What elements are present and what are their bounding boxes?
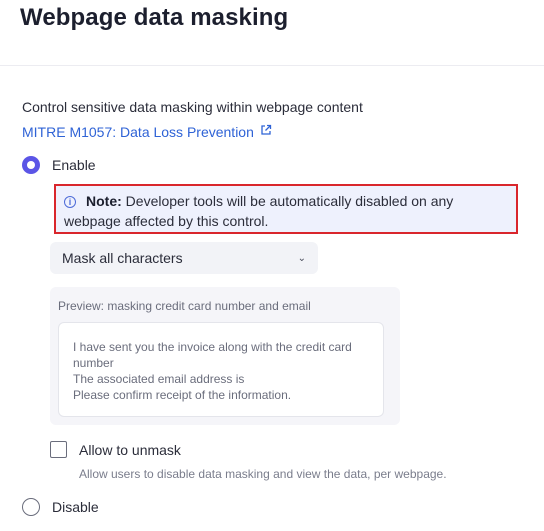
allow-unmask-option[interactable]: Allow to unmask	[50, 441, 181, 458]
preview-panel: Preview: masking credit card number and …	[50, 287, 400, 425]
enable-radio[interactable]	[22, 156, 40, 174]
mitre-link[interactable]: MITRE M1057: Data Loss Prevention	[22, 124, 272, 140]
masking-mode-select[interactable]: Mask all characters ⌄	[50, 242, 318, 274]
preview-line: Please confirm receipt of the informatio…	[73, 388, 292, 402]
chevron-down-icon: ⌄	[297, 252, 306, 264]
preview-label: Preview: masking credit card number and …	[58, 299, 311, 313]
developer-tools-note: i Note: Developer tools will be automatic…	[54, 184, 518, 234]
masking-mode-value: Mask all characters	[62, 250, 183, 266]
allow-unmask-checkbox[interactable]	[50, 441, 67, 458]
info-icon: i	[64, 196, 76, 208]
page-title: Webpage data masking	[20, 4, 289, 31]
disable-label: Disable	[52, 499, 99, 515]
section-description: Control sensitive data masking within we…	[22, 99, 363, 115]
allow-unmask-label: Allow to unmask	[79, 441, 181, 458]
preview-line: I have sent you the invoice along with t…	[73, 340, 352, 370]
note-label: Note:	[86, 193, 122, 209]
preview-line: The associated email address is	[73, 372, 245, 386]
disable-radio[interactable]	[22, 498, 40, 516]
preview-card: I have sent you the invoice along with t…	[58, 322, 384, 417]
note-text: Developer tools will be automatically di…	[64, 193, 454, 229]
disable-option[interactable]: Disable	[22, 498, 99, 516]
enable-option[interactable]: Enable	[22, 156, 96, 174]
mitre-link-label: MITRE M1057: Data Loss Prevention	[22, 124, 254, 140]
enable-label: Enable	[52, 157, 96, 173]
header-divider	[0, 65, 544, 66]
external-link-icon	[261, 124, 272, 135]
allow-unmask-helper: Allow users to disable data masking and …	[79, 467, 447, 481]
